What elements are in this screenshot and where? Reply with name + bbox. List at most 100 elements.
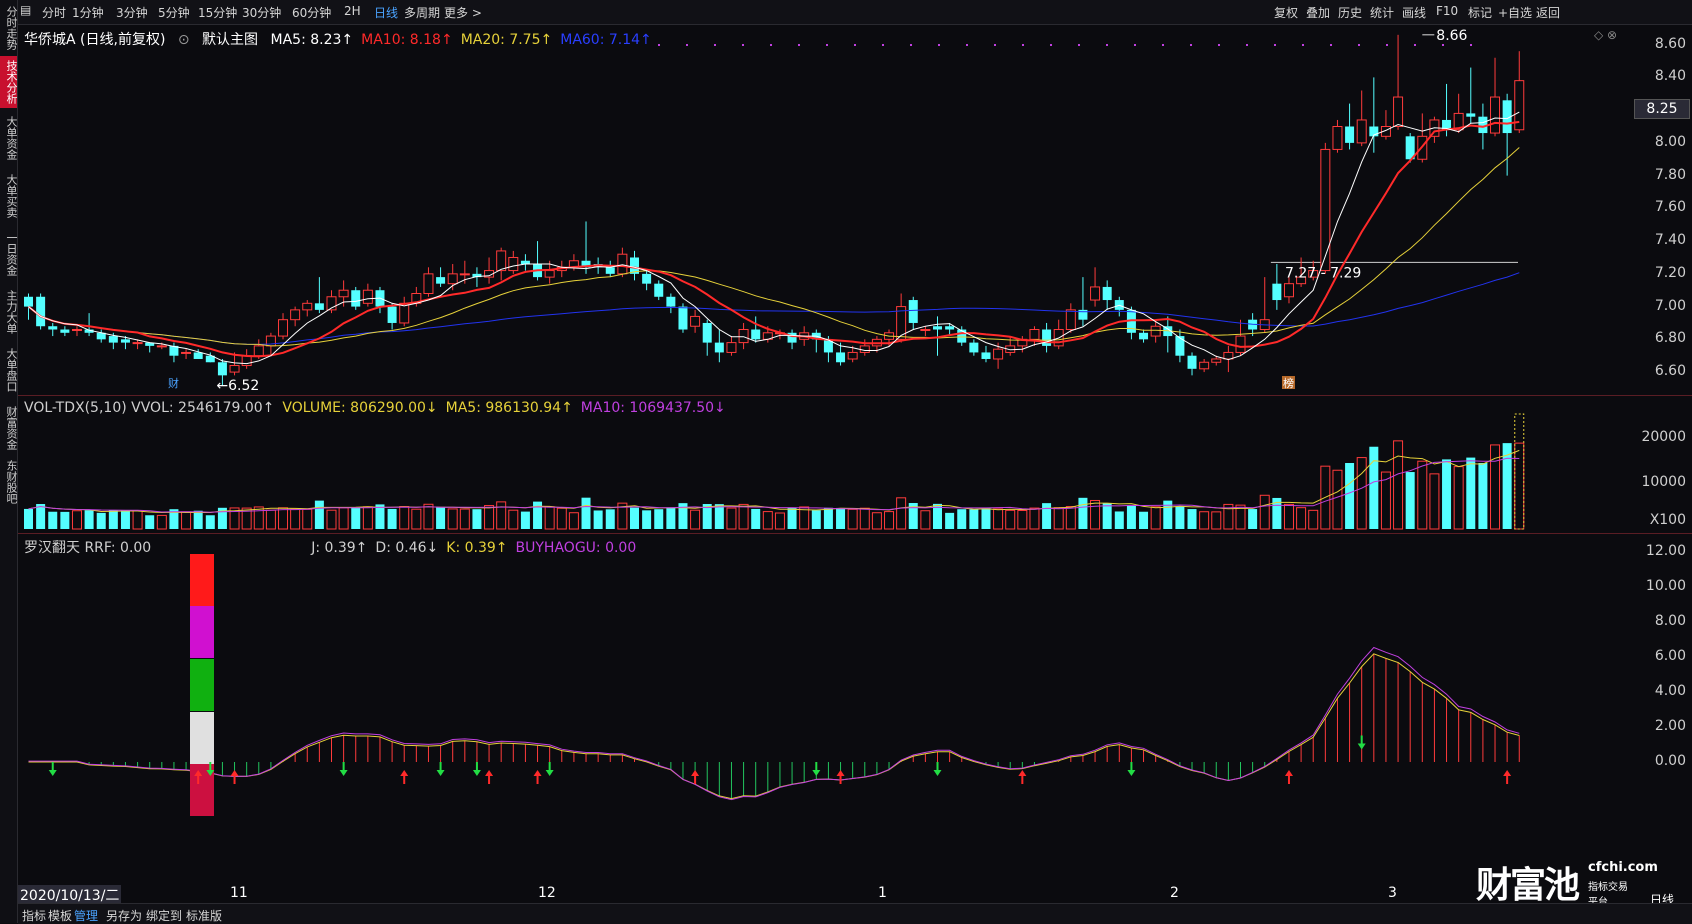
period-tab-7[interactable]: 2H [344,4,361,18]
signal-dot [854,44,856,46]
left-tab-5[interactable]: 主力大单 [0,284,18,340]
volume-bar [981,508,991,529]
buy-arrow-icon [1018,770,1027,784]
period-tab-6[interactable]: 60分钟 [292,4,331,21]
buy-arrow-icon [1503,770,1512,784]
indicator-label[interactable]: 默认主图 [202,32,258,48]
buy-arrow-icon [230,770,239,784]
period-tab-9[interactable]: 多周期 [404,4,440,21]
indicator-legend-4: BUYHAOGU: 0.00 [515,540,637,556]
toolbar-button-3[interactable]: 统计 [1370,4,1394,21]
period-tab-2[interactable]: 3分钟 [116,4,148,21]
volume-pane[interactable] [18,396,1630,533]
volume-bar [1356,457,1367,530]
period-tab-3[interactable]: 5分钟 [158,4,190,21]
left-tab-7[interactable]: 财富资金 [0,400,18,456]
bottom-tab-1[interactable]: 模板 [48,907,72,924]
signal-dot [1218,44,1220,46]
price-tick: 7.20 [1654,264,1686,281]
volume-bar [1478,463,1488,529]
low-price-label: ←6.52 [216,378,259,394]
left-tab-8[interactable]: 东财股吧 [0,458,18,506]
signal-dot [686,44,688,46]
toolbar-button-6[interactable]: 标记 [1468,4,1492,21]
main-chart-pane[interactable]: 8.66 ←6.52 7.27 - 7.29 财 榜 [18,25,1630,395]
bottom-tab-0[interactable]: 指标 [22,907,46,924]
candle-body [836,352,846,363]
candle-body [24,296,33,307]
indicator-chart[interactable] [18,534,1630,884]
volume-bar [48,511,58,529]
bottom-tab-3[interactable]: 另存为 [106,907,142,924]
volume-bar [436,506,446,529]
candle-body [751,329,761,340]
signal-dot [742,44,744,46]
price-tick: 8.00 [1654,133,1686,150]
candle-body [726,342,737,353]
candlestick-chart[interactable]: 8.66 ←6.52 7.27 - 7.29 财 榜 [18,25,1630,395]
toolbar-button-8[interactable]: 返回 [1536,4,1560,21]
volume-legend-2: MA5: 986130.94↑ [445,400,573,416]
toolbar-button-2[interactable]: 历史 [1338,4,1362,21]
candle-body [253,345,264,357]
sell-arrow-icon [1127,762,1136,776]
menu-icon[interactable]: ▤ [20,3,31,17]
sell-arrow-icon [545,762,554,776]
left-tab-1[interactable]: 技术分析 [0,56,18,108]
date-label-1: 11 [230,885,248,901]
toolbar-button-4[interactable]: 画线 [1402,4,1426,21]
volume-bar [1090,499,1101,530]
date-label-5: 3 [1388,885,1397,901]
indicator-legend-3: K: 0.39↑ [446,540,508,556]
candle-body [1090,286,1101,301]
period-tab-1[interactable]: 1分钟 [72,4,104,21]
volume-bar [714,504,724,529]
candle-body [1466,113,1476,117]
left-tab-2[interactable]: 大单资金 [0,110,18,166]
indicator-pane[interactable] [18,534,1630,884]
candle-body [1356,119,1367,144]
candle-body [351,290,361,307]
volume-bar [108,510,118,529]
period-tab-0[interactable]: 分时 [42,4,66,21]
left-tab-3[interactable]: 大单买卖 [0,168,18,224]
volume-legend-3: MA10: 1069437.50↓ [580,400,726,416]
period-tab-4[interactable]: 15分钟 [198,4,237,21]
volume-bar [423,503,434,530]
volume-chart[interactable] [18,396,1630,533]
volume-bar [1126,505,1136,529]
volume-bar [484,505,495,530]
candle-body [714,342,724,353]
candle-body [290,309,301,321]
toolbar-button-0[interactable]: 复权 [1274,4,1298,21]
volume-bar [920,510,931,530]
bottom-tab-2[interactable]: 管理 [74,907,98,924]
price-tick: 6.60 [1654,363,1686,380]
toolbar-button-7[interactable]: +自选 [1498,4,1532,21]
period-tab-5[interactable]: 30分钟 [242,4,281,21]
candle-body [1065,309,1076,331]
date-label-0: 2020/10/13/二 [18,885,122,905]
volume-bar [1211,511,1222,530]
signal-dot [1246,44,1248,46]
left-tab-4[interactable]: 一日资金 [0,226,18,282]
bottom-tab-5[interactable]: 标准版 [186,907,222,924]
volume-bar [823,507,833,529]
collapse-icon[interactable]: ⊙ [178,32,190,48]
period-tab-8[interactable]: 日线 [374,4,398,21]
left-tab-6[interactable]: 大单盘口 [0,342,18,398]
event-marker-bang: 榜 [1283,376,1294,390]
toolbar-button-1[interactable]: 叠加 [1306,4,1330,21]
ma-label-3: MA60: 7.14↑ [560,32,652,48]
volume-bar [1065,506,1076,530]
left-tab-0[interactable]: 分时走势 [0,2,18,54]
bottom-tab-4[interactable]: 绑定到 [146,907,182,924]
buy-arrow-icon [836,770,845,784]
volume-bar [762,511,773,530]
pane-controls[interactable]: ◇ ⊗ [1594,28,1617,42]
period-tab-10[interactable]: 更多 > [444,4,482,21]
bottom-toolbar: 指标 模板 管理 另存为 绑定到 标准版 [18,903,1692,924]
k-line [28,653,1520,800]
volume-ma5 [28,449,1520,514]
toolbar-button-5[interactable]: F10 [1436,4,1458,18]
